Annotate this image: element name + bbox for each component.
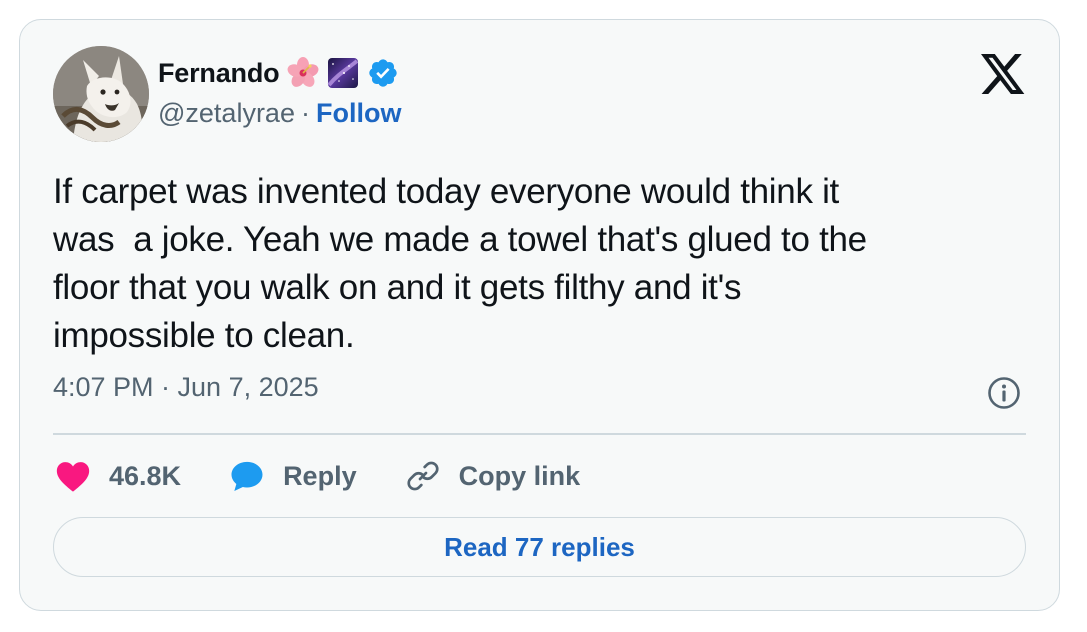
tweet-actions-bar: 46.8K Reply Copy link [53,452,626,500]
author-name-row: Fernando [158,54,399,92]
follow-button[interactable]: Follow [316,98,401,129]
verified-badge-icon [367,57,399,89]
tweet-embed-card: Fernando @zetalyrae · Follow If carpet w… [19,19,1060,611]
author-handle-row: @zetalyrae · Follow [158,98,401,129]
hibiscus-emoji-icon [287,57,319,89]
tweet-text: If carpet was invented today everyone wo… [53,172,867,355]
author-avatar[interactable] [53,46,149,142]
likes-count: 46.8K [109,460,182,491]
author-display-name[interactable]: Fernando [158,58,280,89]
like-action[interactable]: 46.8K [53,456,181,496]
author-handle[interactable]: @zetalyrae [158,98,295,129]
reply-label: Reply [283,460,357,491]
tweet-timestamp[interactable]: 4:07 PM · Jun 7, 2025 [53,372,319,403]
copy-link-label: Copy link [458,460,581,491]
reply-action[interactable]: Reply [227,456,357,496]
separator-dot: · [300,98,310,128]
x-logo-icon[interactable] [981,54,1025,94]
wolf-avatar-image [53,46,149,142]
divider [53,433,1026,435]
speech-bubble-icon [227,456,267,496]
copy-link-action[interactable]: Copy link [403,456,581,496]
read-replies-button[interactable]: Read 77 replies [53,517,1026,577]
heart-icon [53,456,93,496]
milky-way-emoji-icon [327,57,359,89]
link-icon [403,456,443,496]
info-icon[interactable] [987,376,1021,410]
